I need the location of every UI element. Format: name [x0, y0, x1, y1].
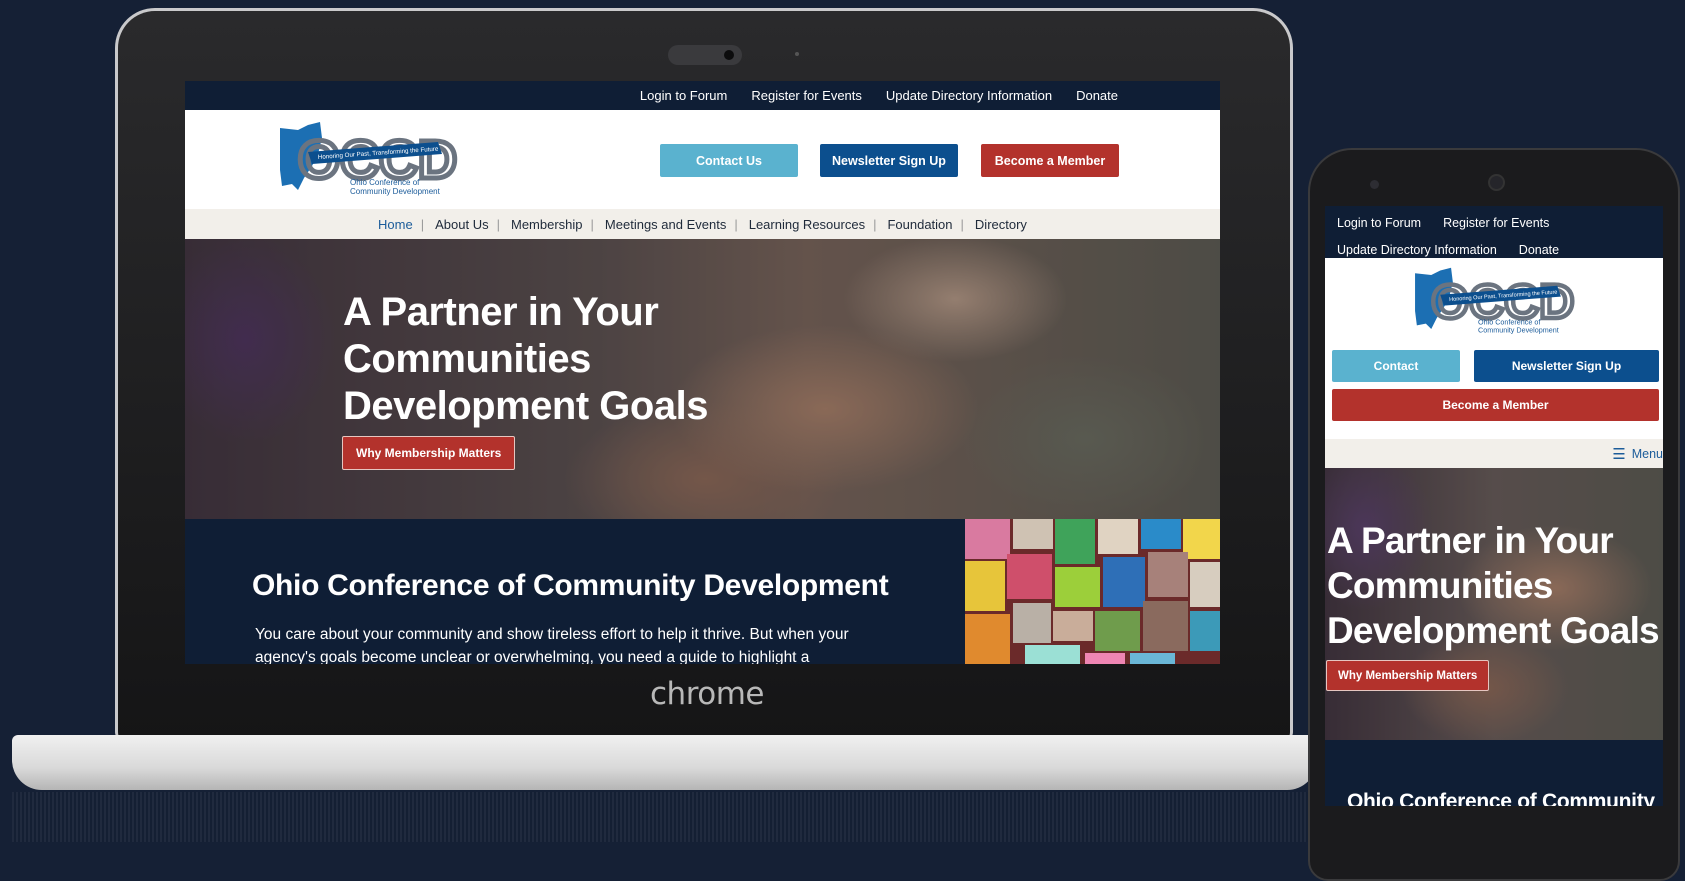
phone-logo-subtitle-2: Community Development: [1478, 326, 1559, 335]
nav-learning-resources[interactable]: Learning Resources: [747, 217, 867, 232]
login-forum-link[interactable]: Login to Forum: [640, 88, 727, 103]
phone-register-events-link[interactable]: Register for Events: [1443, 216, 1549, 230]
laptop-brand-label: chrome: [650, 676, 765, 712]
phone-menu-label: Menu: [1631, 446, 1663, 461]
hero-title-line-3: Development Goals: [343, 384, 708, 428]
phone-intro-section: Ohio Conference of Community: [1325, 740, 1663, 806]
phone-utility-bar: Login to Forum Register for Events Updat…: [1325, 206, 1663, 258]
newsletter-signup-button[interactable]: Newsletter Sign Up: [820, 144, 958, 177]
phone-sensor: [1370, 180, 1379, 189]
become-member-button[interactable]: Become a Member: [981, 144, 1119, 177]
nav-home[interactable]: Home: [376, 217, 415, 232]
logo-subtitle-1: Ohio Conference of: [350, 178, 420, 187]
intro-section: Ohio Conference of Community Development…: [185, 519, 1220, 664]
phone-screen: Login to Forum Register for Events Updat…: [1325, 206, 1663, 806]
occd-logo-graphic: OCCD Honoring Our Past, Transforming the…: [280, 122, 460, 196]
laptop-sensor: [795, 52, 799, 56]
intro-title: Ohio Conference of Community Development: [252, 569, 889, 602]
intro-text: You care about your community and show t…: [255, 626, 849, 664]
nav-meetings-events[interactable]: Meetings and Events: [603, 217, 728, 232]
phone-occd-logo[interactable]: OCCD Honoring Our Past, Transforming the…: [1409, 266, 1584, 338]
phone-hero-title-line-1: A Partner in Your: [1327, 520, 1614, 561]
why-membership-button[interactable]: Why Membership Matters: [342, 436, 516, 470]
laptop-reflection: [12, 792, 1317, 842]
nav-about[interactable]: About Us: [433, 217, 490, 232]
laptop-base: [12, 735, 1317, 790]
phone-contact-button[interactable]: Contact: [1332, 350, 1460, 382]
phone-menu-toggle[interactable]: ☰ Menu: [1325, 439, 1663, 468]
phone-occd-logo-graphic: OCCD Honoring Our Past, Transforming the…: [1415, 267, 1577, 335]
phone-camera: [1488, 174, 1505, 191]
hero-banner: A Partner in Your Communities Developmen…: [185, 239, 1220, 519]
phone-donate-link[interactable]: Donate: [1519, 243, 1559, 257]
phone-hero-title-line-3: Development Goals: [1327, 610, 1660, 651]
logo-subtitle-2: Community Development: [350, 187, 441, 196]
hero-title: A Partner in Your Communities Developmen…: [343, 289, 708, 430]
laptop-camera: [668, 45, 742, 65]
phone-become-member-button[interactable]: Become a Member: [1332, 389, 1659, 421]
site-header: OCCD Honoring Our Past, Transforming the…: [185, 110, 1220, 209]
phone-hero-title-line-2: Communities: [1327, 565, 1553, 606]
contact-us-button[interactable]: Contact Us: [660, 144, 798, 177]
nav-membership[interactable]: Membership: [509, 217, 585, 232]
main-nav: Home | About Us | Membership | Meetings and…: [185, 209, 1220, 239]
hamburger-icon: ☰: [1612, 445, 1626, 463]
phone-why-membership-button[interactable]: Why Membership Matters: [1326, 660, 1490, 691]
phone-hero-title: A Partner in Your Communities Developmen…: [1327, 518, 1663, 653]
register-events-link[interactable]: Register for Events: [751, 88, 862, 103]
hero-title-line-1: A Partner in Your: [343, 290, 659, 334]
phone-newsletter-button[interactable]: Newsletter Sign Up: [1474, 350, 1659, 382]
phone-hero-banner: A Partner in Your Communities Developmen…: [1325, 468, 1663, 740]
hero-title-line-2: Communities: [343, 337, 591, 381]
occd-logo[interactable]: OCCD Honoring Our Past, Transforming the…: [278, 120, 463, 200]
phone-intro-title: Ohio Conference of Community: [1347, 790, 1655, 806]
nav-directory[interactable]: Directory: [973, 217, 1029, 232]
laptop-screen: Login to Forum Register for Events Updat…: [185, 81, 1220, 664]
donate-link[interactable]: Donate: [1076, 88, 1118, 103]
phone-login-forum-link[interactable]: Login to Forum: [1337, 216, 1421, 230]
nav-foundation[interactable]: Foundation: [885, 217, 954, 232]
utility-bar: Login to Forum Register for Events Updat…: [185, 81, 1220, 110]
update-directory-link[interactable]: Update Directory Information: [886, 88, 1052, 103]
phone-update-directory-link[interactable]: Update Directory Information: [1337, 243, 1497, 257]
community-mosaic-image: [965, 519, 1220, 664]
